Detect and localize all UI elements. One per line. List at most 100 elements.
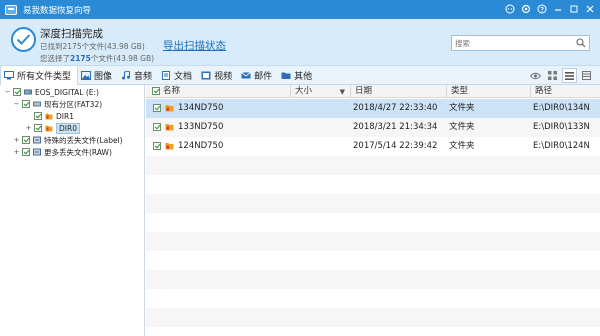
scan-status-header: 深度扫描完成 已找到2175个文件(43.98 GB) 您选择了2175个文件(… <box>0 19 600 66</box>
cell-size <box>295 137 349 156</box>
tree-checkbox[interactable] <box>22 100 30 108</box>
expand-toggle[interactable]: + <box>25 124 32 132</box>
tree-item-dir0[interactable]: + DIR0 <box>25 122 80 134</box>
view-mode-buttons <box>528 68 594 83</box>
folder-icon <box>165 124 174 131</box>
collapse-toggle[interactable]: − <box>4 88 11 96</box>
empty-row-stripe <box>146 327 600 336</box>
tree-item-drive-e[interactable]: − EOS_DIGITAL (E:) <box>4 86 99 98</box>
column-header-date[interactable]: 日期 <box>351 85 447 98</box>
file-type-filter-bar: 所有文件类型 图像 音频 文档 视频 邮件 其他 <box>0 65 600 85</box>
cell-date: 2018/3/21 21:34:34 <box>353 122 438 132</box>
empty-row-stripe <box>146 232 600 251</box>
cell-path: E:\DIR0\133N <box>533 122 590 132</box>
table-row[interactable]: 134ND750 2018/4/27 22:33:40 文件夹 E:\DIR0\… <box>146 99 600 118</box>
table-row[interactable]: 124ND750 2017/5/14 22:39:42 文件夹 E:\DIR0\… <box>146 137 600 156</box>
row-checkbox[interactable] <box>153 123 161 131</box>
scan-status-title: 深度扫描完成 <box>40 28 103 40</box>
list-view-icon[interactable] <box>562 68 577 83</box>
file-list-header: 名称 大小 ▼ 日期 类型 路径 <box>146 85 600 98</box>
filter-video[interactable]: 视频 <box>198 66 238 85</box>
tree-item-more-lost-files[interactable]: + 更多丢失文件(RAW) <box>13 146 112 158</box>
help-icon[interactable] <box>535 2 548 16</box>
filter-other[interactable]: 其他 <box>278 66 318 85</box>
search-input[interactable] <box>452 36 572 50</box>
tree-item-dir1[interactable]: DIR1 <box>25 110 74 122</box>
scan-complete-check-icon <box>11 27 36 52</box>
tree-item-special-lost-files[interactable]: + 特殊的丢失文件(Label) <box>13 134 123 146</box>
folder-icon <box>45 125 53 132</box>
empty-row-stripe <box>146 175 600 194</box>
row-checkbox[interactable] <box>153 142 161 150</box>
folder-icon <box>165 143 174 150</box>
image-icon <box>81 70 92 80</box>
cell-size <box>295 99 349 118</box>
tree-checkbox[interactable] <box>13 88 21 96</box>
feedback-icon[interactable] <box>503 2 516 16</box>
folder-icon <box>165 105 174 112</box>
cell-path: E:\DIR0\134N <box>533 103 590 113</box>
maximize-icon[interactable] <box>567 2 580 16</box>
tree-checkbox[interactable] <box>34 112 42 120</box>
folder-icon <box>45 113 53 120</box>
minimize-icon[interactable] <box>551 2 564 16</box>
tree-checkbox[interactable] <box>34 124 42 132</box>
filter-all-types[interactable]: 所有文件类型 <box>0 65 79 85</box>
music-icon <box>122 70 131 79</box>
folder-icon <box>281 72 291 79</box>
tree-checkbox[interactable] <box>22 148 30 156</box>
table-row[interactable]: 133ND750 2018/3/21 21:34:34 文件夹 E:\DIR0\… <box>146 118 600 137</box>
collapse-toggle[interactable]: − <box>13 100 20 108</box>
column-header-path[interactable]: 路径 <box>531 85 600 98</box>
close-icon[interactable] <box>583 2 596 16</box>
window-controls <box>503 2 596 16</box>
column-header-size[interactable]: 大小 ▼ <box>291 85 351 98</box>
cell-name: 133ND750 <box>178 122 224 132</box>
filter-mail[interactable]: 邮件 <box>238 66 278 85</box>
search-box <box>451 35 590 51</box>
thumbnail-view-icon[interactable] <box>545 68 560 83</box>
empty-row-stripe <box>146 251 600 270</box>
cell-date: 2017/5/14 22:39:42 <box>353 141 438 151</box>
expand-toggle[interactable]: + <box>13 136 20 144</box>
mail-icon <box>241 71 251 78</box>
window-title: 易我数据恢复向导 <box>23 5 92 16</box>
cell-type: 文件夹 <box>449 141 475 151</box>
empty-row-stripe <box>146 156 600 175</box>
monitor-icon <box>4 70 14 79</box>
cell-date: 2018/4/27 22:33:40 <box>353 103 438 113</box>
column-header-type[interactable]: 类型 <box>447 85 531 98</box>
document-icon <box>162 70 171 80</box>
detail-view-icon[interactable] <box>579 68 594 83</box>
filter-audio[interactable]: 音频 <box>118 66 158 85</box>
row-checkbox[interactable] <box>153 104 161 112</box>
file-list: 名称 大小 ▼ 日期 类型 路径 134ND750 2018/4/27 22:3… <box>146 85 600 336</box>
select-all-checkbox[interactable] <box>152 86 160 95</box>
expand-toggle[interactable]: + <box>13 148 20 156</box>
found-files-summary: 已找到2175个文件(43.98 GB) <box>40 42 145 51</box>
empty-row-stripe <box>146 194 600 213</box>
preview-eye-icon[interactable] <box>528 68 543 83</box>
tree-checkbox[interactable] <box>22 136 30 144</box>
folder-tree: − EOS_DIGITAL (E:) − 现有分区(FAT32) DIR1 + … <box>0 85 145 336</box>
column-header-name[interactable]: 名称 <box>146 85 291 98</box>
empty-row-stripe <box>146 289 600 308</box>
video-icon <box>201 71 211 79</box>
search-icon[interactable] <box>576 38 586 48</box>
filter-documents[interactable]: 文档 <box>158 66 198 85</box>
sort-arrow-icon: ▼ <box>339 88 345 96</box>
cell-name: 134ND750 <box>178 103 224 113</box>
app-icon <box>5 4 17 15</box>
filter-images[interactable]: 图像 <box>78 66 118 85</box>
partition-icon <box>33 101 41 107</box>
cell-type: 文件夹 <box>449 122 475 132</box>
settings-icon[interactable] <box>519 2 532 16</box>
cell-path: E:\DIR0\124N <box>533 141 590 151</box>
empty-row-stripe <box>146 270 600 289</box>
tree-item-existing-partition[interactable]: − 现有分区(FAT32) <box>13 98 103 110</box>
empty-row-stripe <box>146 213 600 232</box>
drive-icon <box>24 89 32 95</box>
export-scan-status-link[interactable]: 导出扫描状态 <box>163 38 226 53</box>
lost-files-icon <box>33 136 41 144</box>
empty-row-stripe <box>146 308 600 327</box>
